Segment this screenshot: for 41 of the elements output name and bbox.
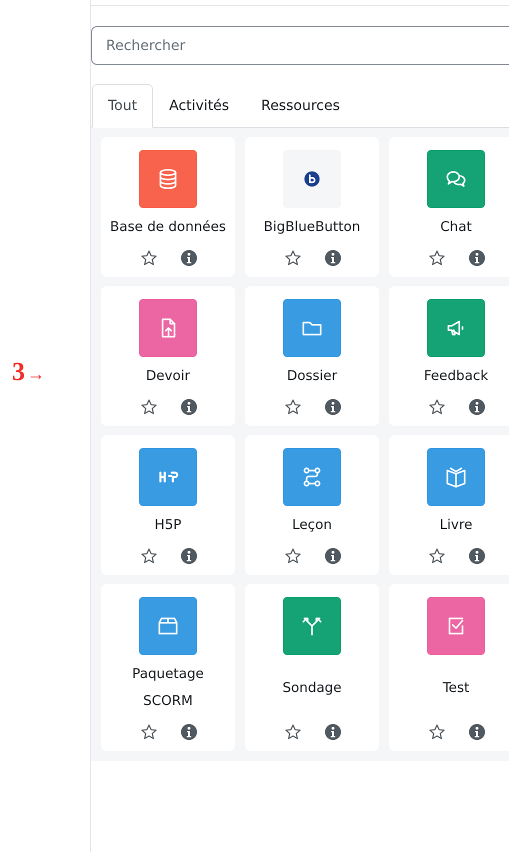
info-icon[interactable] (468, 399, 484, 415)
activity-name[interactable]: Dossier (286, 363, 338, 390)
info-icon[interactable] (324, 250, 340, 266)
search-field[interactable]: Rechercher (91, 26, 509, 65)
info-icon[interactable] (180, 399, 196, 415)
arrow-symbol: → (27, 364, 45, 385)
activity-name[interactable]: Base de données (110, 214, 226, 241)
star-icon[interactable] (428, 723, 446, 741)
activity-name[interactable]: Feedback (424, 363, 488, 390)
star-icon[interactable] (428, 398, 446, 416)
tab[interactable]: Tout (92, 84, 154, 128)
star-icon[interactable] (140, 723, 158, 741)
star-icon[interactable] (140, 547, 158, 565)
star-icon[interactable] (428, 547, 446, 565)
star-icon[interactable] (284, 547, 302, 565)
info-icon[interactable] (468, 548, 484, 564)
activity-name[interactable]: Devoir (146, 363, 190, 390)
info-icon[interactable] (180, 724, 196, 740)
info-icon[interactable] (324, 399, 340, 415)
info-icon[interactable] (468, 724, 484, 740)
info-icon[interactable] (180, 250, 196, 266)
tab[interactable]: Ressources (245, 84, 356, 128)
activity-name[interactable]: Chat (440, 214, 472, 241)
info-icon[interactable] (180, 548, 196, 564)
step-number: 3 (12, 357, 25, 387)
activity-name[interactable]: Test (442, 674, 470, 702)
star-icon[interactable] (284, 249, 302, 267)
star-icon[interactable] (428, 249, 446, 267)
star-icon[interactable] (140, 398, 158, 416)
info-icon[interactable] (324, 724, 340, 740)
tab[interactable]: Activités (153, 84, 246, 128)
info-icon[interactable] (324, 548, 340, 564)
activity-name[interactable]: Leçon (292, 512, 332, 539)
info-icon[interactable] (468, 250, 484, 266)
activity-name[interactable]: Livre (440, 512, 472, 539)
star-icon[interactable] (284, 723, 302, 741)
activity-name[interactable]: H5P (154, 512, 182, 539)
star-icon[interactable] (140, 249, 158, 267)
star-icon[interactable] (284, 398, 302, 416)
activity-name[interactable]: Sondage (282, 674, 342, 702)
activity-name[interactable]: BigBlueButton (264, 214, 360, 241)
